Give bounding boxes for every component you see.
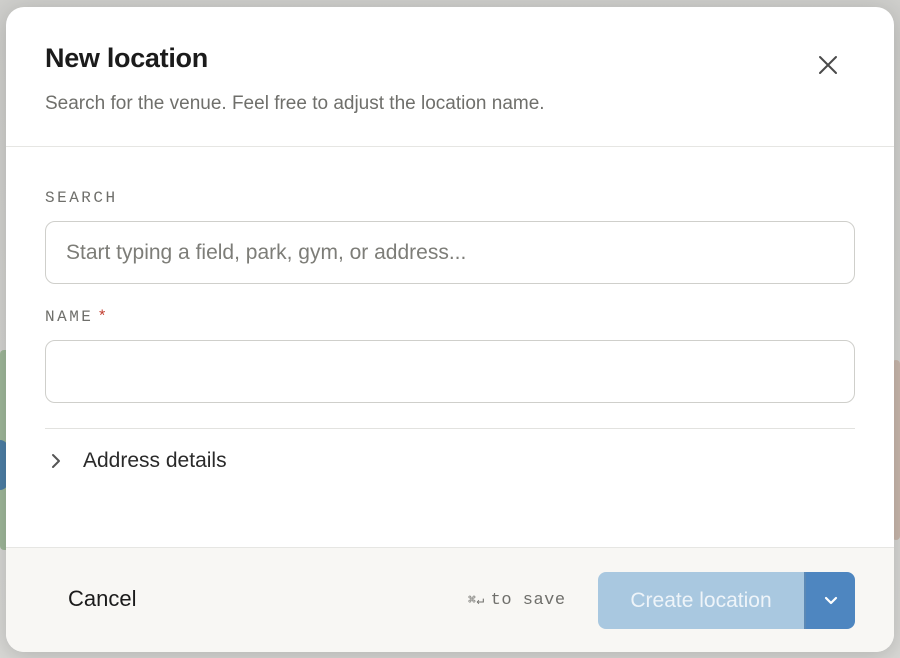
chevron-right-icon (45, 450, 67, 472)
name-input[interactable] (45, 340, 855, 403)
section-divider (45, 428, 855, 429)
new-location-dialog: New location Search for the venue. Feel … (6, 7, 894, 652)
create-options-dropdown-button[interactable] (806, 572, 855, 629)
shortcut-text: to save (490, 591, 566, 610)
address-details-label: Address details (83, 449, 227, 472)
close-icon (819, 56, 837, 74)
name-label: NAME * (45, 308, 110, 326)
create-location-split-button: Create location (598, 572, 855, 629)
dialog-footer: Cancel ⌘↵ to save Create location (6, 547, 894, 652)
shortcut-keys: ⌘↵ (468, 593, 485, 608)
dialog-subtitle: Search for the venue. Feel free to adjus… (45, 93, 545, 114)
create-location-button[interactable]: Create location (598, 572, 804, 629)
dialog-header: New location Search for the venue. Feel … (6, 7, 894, 147)
dialog-title: New location (45, 43, 208, 73)
close-button[interactable] (812, 49, 844, 81)
chevron-down-icon (824, 596, 837, 604)
search-input[interactable] (45, 221, 855, 284)
cancel-button[interactable]: Cancel (46, 574, 158, 624)
save-shortcut-hint: ⌘↵ to save (468, 591, 566, 610)
search-label: SEARCH (45, 189, 118, 207)
name-label-text: NAME (45, 308, 94, 326)
required-marker: * (97, 308, 110, 326)
address-details-toggle[interactable]: Address details (45, 445, 227, 477)
